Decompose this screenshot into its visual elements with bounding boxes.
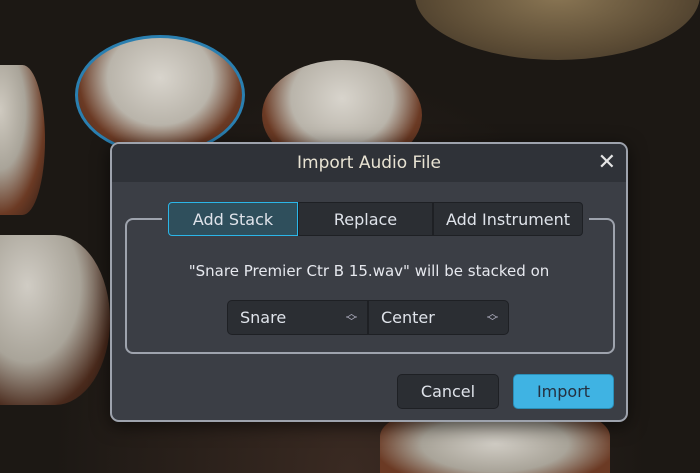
dialog-title: Import Audio File <box>297 153 441 173</box>
snare-drum-selected[interactable] <box>75 35 245 155</box>
tab-add-stack[interactable]: Add Stack <box>168 202 298 236</box>
import-mode-tabs: Add Stack Replace Add Instrument <box>162 202 589 238</box>
tab-label: Replace <box>333 209 398 229</box>
close-icon[interactable]: ✕ <box>598 150 616 175</box>
target-selects: Snare ︿ ﹀ Center ︿ ﹀ <box>227 300 509 335</box>
stack-message: "Snare Premier Ctr B 15.wav" will be sta… <box>188 262 550 280</box>
updown-chevron-icon: ︿ ﹀ <box>346 306 357 328</box>
cymbal <box>415 0 700 60</box>
tab-replace[interactable]: Replace <box>298 202 433 236</box>
import-audio-file-dialog: Import Audio File ✕ Add Stack Replace Ad… <box>110 142 628 422</box>
select-value: Center <box>381 308 435 327</box>
tab-label: Add Stack <box>192 209 274 229</box>
select-value: Snare <box>240 308 287 327</box>
import-button[interactable]: Import <box>513 374 614 409</box>
cancel-button[interactable]: Cancel <box>397 374 499 409</box>
floor-tom[interactable] <box>0 235 110 405</box>
dialog-titlebar: Import Audio File ✕ <box>112 144 626 182</box>
instrument-select[interactable]: Snare ︿ ﹀ <box>227 300 368 335</box>
updown-chevron-icon: ︿ ﹀ <box>487 306 498 328</box>
tab-add-instrument[interactable]: Add Instrument <box>433 202 583 236</box>
tab-label: Add Instrument <box>445 209 571 229</box>
articulation-select[interactable]: Center ︿ ﹀ <box>368 300 509 335</box>
tom-drum[interactable] <box>0 65 45 215</box>
